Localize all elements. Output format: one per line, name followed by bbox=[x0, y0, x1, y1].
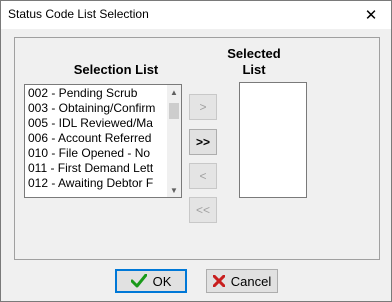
selection-listbox[interactable]: 002 - Pending Scrub 003 - Obtaining/Conf… bbox=[24, 84, 182, 198]
list-item[interactable]: 011 - First Demand Lett bbox=[28, 161, 164, 176]
scroll-thumb[interactable] bbox=[169, 103, 179, 119]
selected-listbox[interactable] bbox=[239, 82, 307, 198]
close-icon: ✕ bbox=[364, 7, 378, 24]
selection-list-label: Selection List bbox=[73, 62, 159, 77]
remove-one-button[interactable]: < bbox=[189, 163, 217, 189]
list-item[interactable]: 010 - File Opened - No bbox=[28, 146, 164, 161]
cancel-x-icon bbox=[212, 275, 225, 287]
selected-list-label: Selected List bbox=[219, 46, 289, 78]
chevron-down-icon: ▼ bbox=[170, 185, 178, 195]
ok-button[interactable]: OK bbox=[115, 269, 187, 293]
chevron-up-icon: ▲ bbox=[170, 87, 178, 97]
add-one-button[interactable]: > bbox=[189, 94, 217, 120]
selected-list-label-line1: Selected bbox=[227, 46, 281, 61]
window-title: Status Code List Selection bbox=[8, 7, 149, 21]
scroll-up-button[interactable]: ▲ bbox=[167, 85, 181, 99]
list-item[interactable]: 002 - Pending Scrub bbox=[28, 86, 164, 101]
dialog-window: Status Code List Selection ✕ Selection L… bbox=[0, 0, 392, 302]
selected-list-label-line2: List bbox=[242, 62, 266, 77]
cancel-button[interactable]: Cancel bbox=[206, 269, 278, 293]
add-all-button[interactable]: >> bbox=[189, 129, 217, 155]
vertical-scrollbar[interactable]: ▲ ▼ bbox=[167, 85, 181, 197]
remove-all-button[interactable]: << bbox=[189, 197, 217, 223]
list-item[interactable]: 003 - Obtaining/Confirm bbox=[28, 101, 164, 116]
list-item[interactable]: 012 - Awaiting Debtor F bbox=[28, 176, 164, 191]
selection-list-items: 002 - Pending Scrub 003 - Obtaining/Conf… bbox=[28, 86, 164, 191]
cancel-button-label: Cancel bbox=[230, 273, 272, 289]
list-item[interactable]: 005 - IDL Reviewed/Ma bbox=[28, 116, 164, 131]
checkmark-icon bbox=[130, 274, 147, 288]
ok-button-label: OK bbox=[152, 273, 172, 289]
close-button[interactable]: ✕ bbox=[351, 1, 391, 29]
title-bar: Status Code List Selection ✕ bbox=[1, 1, 391, 29]
list-item[interactable]: 006 - Account Referred bbox=[28, 131, 164, 146]
scroll-down-button[interactable]: ▼ bbox=[167, 183, 181, 197]
list-selection-group: Selection List Selected List 002 - Pendi… bbox=[14, 37, 380, 260]
